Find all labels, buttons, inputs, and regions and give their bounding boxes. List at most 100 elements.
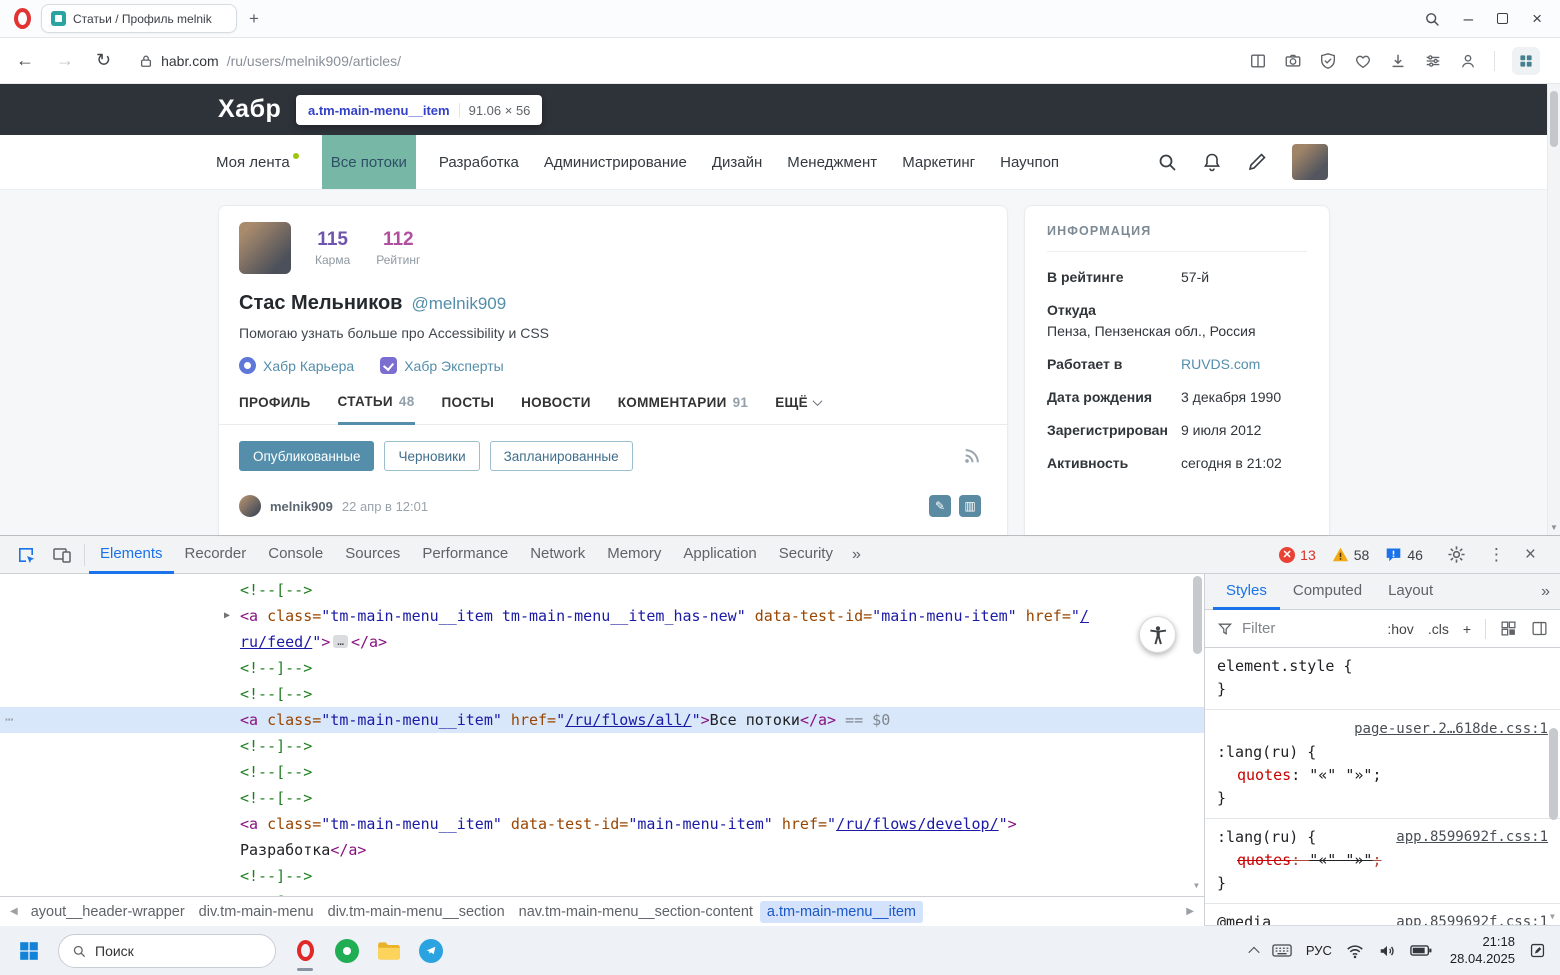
taskbar-opera-icon[interactable] [284,930,326,972]
wifi-icon[interactable] [1346,942,1364,960]
post-edit-icon[interactable]: ✎ [929,495,951,517]
scrollbar-down-arrow[interactable]: ▼ [1550,523,1558,532]
filter-button[interactable]: Запланированные [489,441,633,471]
profile-avatar[interactable] [239,222,291,274]
main-menu-item[interactable]: Разработка [437,135,521,189]
styles-tab-styles[interactable]: Styles [1213,574,1280,610]
main-menu-item[interactable]: Научпоп [998,135,1061,189]
dom-tree-line[interactable]: ⋯ <a class="tm-main-menu__item" href="/ru… [0,707,1204,733]
filter-button[interactable]: Черновики [384,441,480,471]
post-author-avatar[interactable] [239,495,261,517]
dom-tree-line[interactable]: <!--]--> [0,863,1204,889]
stylesheet-link[interactable]: page-user.2…618de.css:1 [1354,721,1548,737]
scrollbar-thumb[interactable] [1550,91,1558,147]
styles-toggle-[interactable]: + [1463,621,1471,637]
post-stats-icon[interactable]: ▥ [959,495,981,517]
device-toolbar-icon[interactable] [44,545,80,565]
main-menu-item[interactable]: Администрирование [542,135,689,189]
styles-tab-computed[interactable]: Computed [1280,574,1375,610]
taskbar-explorer-icon[interactable] [368,930,410,972]
minimize-button[interactable]: – [1464,10,1473,27]
devtools-tab-recorder[interactable]: Recorder [174,536,258,574]
console-errors-badge[interactable]: ✕ 13 [1279,546,1316,563]
start-button[interactable] [8,930,50,972]
reload-button[interactable]: ↻ [96,50,111,71]
styles-toggle-cls[interactable]: .cls [1428,621,1449,637]
issues-badge[interactable]: 46 [1385,546,1423,563]
inline-expand-button[interactable]: … [333,635,348,648]
user-handle[interactable]: @melnik909 [411,294,506,314]
scrollbar-thumb[interactable] [1549,728,1558,820]
bookmark-heart-icon[interactable] [1354,52,1372,70]
new-tab-button[interactable]: + [249,9,259,29]
devtools-tab-network[interactable]: Network [519,536,596,574]
devtools-tab-memory[interactable]: Memory [596,536,672,574]
profile-tab[interactable]: ЕЩЁ [775,394,823,424]
shield-check-icon[interactable] [1319,52,1337,70]
devtools-tab-application[interactable]: Application [672,536,767,574]
breadcrumb-item[interactable]: div.tm-main-menu__section [321,901,512,923]
dom-tree-line[interactable]: Разработка</a> [0,837,1204,863]
close-window-button[interactable]: × [1532,10,1542,27]
dom-tree-line[interactable]: <!--[--> [0,889,1204,896]
devtools-settings-icon[interactable] [1439,545,1474,564]
more-tabs-icon[interactable]: » [844,546,869,564]
css-declaration[interactable]: quotes: "«" "»"; [1217,849,1548,872]
profile-badge[interactable]: Хабр Эксперты [380,357,504,374]
main-menu-item[interactable]: Все потоки [321,135,416,189]
article-list-item[interactable]: melnik909 22 апр в 12:01 ✎ ▥ [239,495,987,517]
accessibility-inspect-icon[interactable] [1139,616,1176,653]
devtools-tab-sources[interactable]: Sources [334,536,411,574]
main-menu-item[interactable]: Дизайн [710,135,764,189]
post-author[interactable]: melnik909 [270,499,333,514]
styles-scrollbar[interactable]: ▼ [1548,726,1559,921]
console-warnings-badge[interactable]: 58 [1332,546,1369,563]
more-styles-tabs-icon[interactable]: » [1541,583,1560,601]
dom-tree-line[interactable]: <!--[--> [0,577,1204,603]
sidebar-apps-icon[interactable] [1512,46,1540,75]
devtools-tab-security[interactable]: Security [768,536,844,574]
opera-logo-icon[interactable] [14,8,31,29]
stylesheet-link[interactable]: app.8599692f.css:1 [1396,826,1548,849]
dom-tree-line[interactable]: <!--]--> [0,655,1204,681]
rule-selector[interactable]: @media [1217,913,1271,925]
filter-button[interactable]: Опубликованные [239,441,375,471]
page-scrollbar[interactable]: ▼ [1547,84,1560,535]
notifications-bell-icon[interactable] [1202,152,1222,172]
more-actions-icon[interactable]: ⋯ [5,707,14,733]
profile-badge[interactable]: Хабр Карьера [239,357,354,374]
volume-icon[interactable] [1378,942,1396,960]
profile-tab[interactable]: НОВОСТИ [521,394,591,424]
taskbar-telegram-icon[interactable] [410,930,452,972]
devtools-close-icon[interactable]: × [1519,544,1542,566]
forward-button[interactable]: → [56,50,74,71]
notification-center-icon[interactable] [1529,942,1546,959]
crumbs-scroll-left-icon[interactable]: ◀ [4,906,24,917]
profile-tab[interactable]: КОММЕНТАРИИ 91 [618,394,748,424]
dom-tree-line[interactable]: ▶ <a class="tm-main-menu__item tm-main-me… [0,603,1204,629]
stylesheet-link[interactable]: app.8599692f.css:1 [1396,911,1548,925]
scrollbar-down-arrow[interactable]: ▼ [1550,912,1555,921]
devtools-tab-performance[interactable]: Performance [411,536,519,574]
expand-arrow-icon[interactable]: ▶ [224,603,230,629]
breadcrumb-item[interactable]: div.tm-main-menu [192,901,321,923]
computed-panel-toggle-icon[interactable] [1531,620,1548,637]
dom-tree-line[interactable]: <!--[--> [0,759,1204,785]
devtools-menu-icon[interactable]: ⋮ [1482,545,1511,565]
taskbar-search-input[interactable]: Поиск [58,933,276,968]
main-menu-item[interactable]: Маркетинг [900,135,977,189]
tab-search-icon[interactable] [1424,11,1440,27]
devtools-tab-console[interactable]: Console [257,536,334,574]
user-avatar[interactable] [1292,144,1328,180]
clock[interactable]: 21:18 28.04.2025 [1450,934,1515,968]
info-value[interactable]: RUVDS.com [1181,356,1307,372]
downloads-icon[interactable] [1389,52,1407,70]
battery-icon[interactable] [1410,944,1432,957]
language-indicator[interactable]: РУС [1306,943,1332,958]
rule-selector[interactable]: :lang(ru) { [1217,828,1316,846]
dom-tree-line[interactable]: <!--]--> [0,733,1204,759]
browser-tab[interactable]: Статьи / Профиль melnik [41,4,237,33]
styles-toggle-hov[interactable]: :hov [1387,621,1413,637]
profile-tab[interactable]: ПОСТЫ [442,394,495,424]
maximize-button[interactable] [1497,13,1509,24]
